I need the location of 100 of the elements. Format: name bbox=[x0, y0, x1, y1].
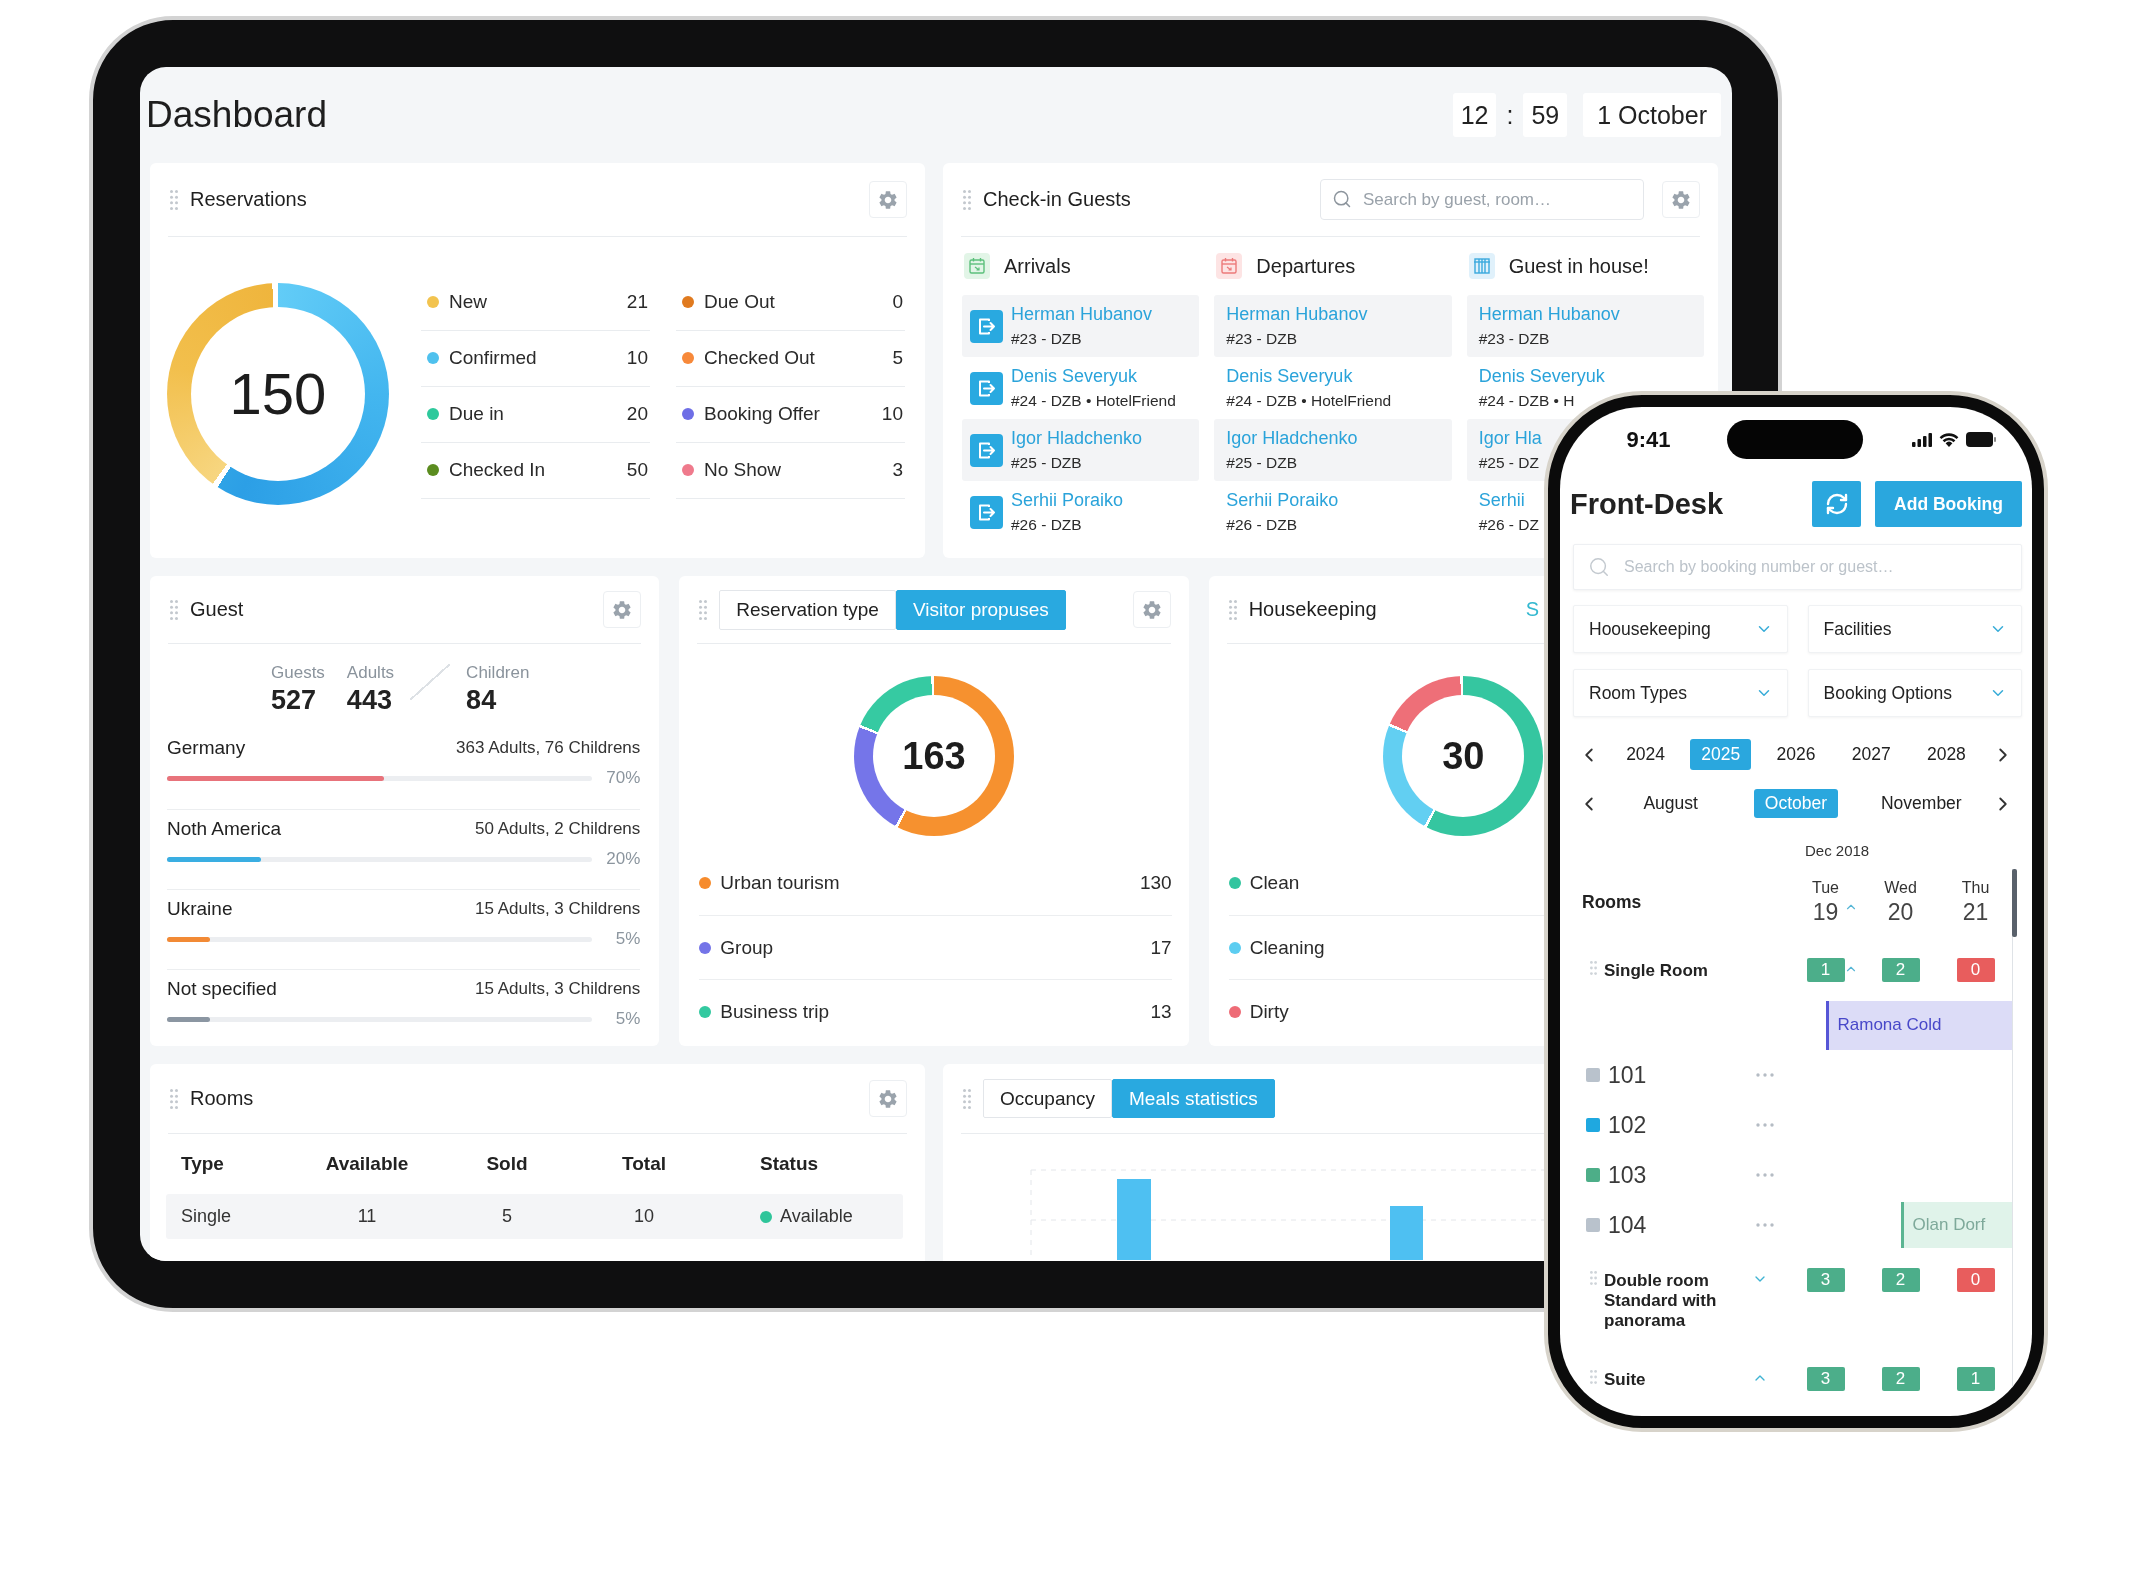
donut-total: 30 bbox=[1442, 737, 1485, 775]
refresh-button[interactable] bbox=[1812, 481, 1861, 527]
filter-dropdown[interactable]: Hoousekeeping bbox=[1573, 605, 1788, 653]
drag-handle-icon[interactable] bbox=[699, 599, 708, 620]
availability-badge: 2 bbox=[1881, 1268, 1920, 1292]
card-title: Guest bbox=[190, 598, 244, 621]
signal-icon bbox=[1912, 432, 1932, 447]
time-separator: : bbox=[1506, 100, 1514, 130]
drag-handle-icon[interactable] bbox=[963, 189, 971, 210]
settings-button[interactable] bbox=[1662, 181, 1700, 218]
guest-name-link[interactable]: Igor Hladchenko bbox=[1011, 426, 1143, 449]
settings-button[interactable] bbox=[603, 591, 642, 628]
stat-value: 84 bbox=[466, 684, 498, 716]
column-title: Guest in house! bbox=[1508, 254, 1649, 278]
guest-name-link[interactable]: Denis Severyuk bbox=[1478, 364, 1605, 387]
month-tab[interactable]: October bbox=[1753, 789, 1839, 818]
card-title: Check-in Guests bbox=[983, 188, 1131, 211]
room-type-name: Single Room bbox=[1604, 961, 1708, 981]
drag-handle-icon[interactable] bbox=[1590, 1370, 1597, 1384]
guest-name-link[interactable]: Serhii Poraiko bbox=[1011, 488, 1124, 511]
year-tab[interactable]: 2028 bbox=[1915, 739, 1977, 770]
battery-icon bbox=[1966, 432, 1996, 447]
country-details: 15 Adults, 3 Childrens bbox=[474, 899, 641, 919]
guest-name-link[interactable]: Herman Hubanov bbox=[1011, 302, 1153, 325]
drag-handle-icon[interactable] bbox=[1228, 599, 1237, 620]
scrollbar-thumb[interactable] bbox=[2012, 869, 2017, 937]
day-number: 19 bbox=[1812, 898, 1839, 926]
percent-value: 70% bbox=[605, 768, 641, 788]
legend-count: 130 bbox=[1139, 872, 1172, 894]
weekday-label: Wed bbox=[1884, 878, 1917, 898]
refresh-icon bbox=[1824, 492, 1849, 516]
status-label: Booking Offer bbox=[704, 403, 820, 425]
settings-button[interactable] bbox=[869, 181, 907, 218]
drag-handle-icon[interactable] bbox=[963, 1088, 971, 1109]
availability-badge: 1 bbox=[1956, 1367, 1995, 1391]
guest-name-link[interactable]: Serhii bbox=[1478, 488, 1539, 511]
search-field[interactable]: Search by booking number or guest… bbox=[1573, 544, 2022, 590]
building-icon bbox=[1468, 253, 1495, 279]
country-name: Noth America bbox=[167, 818, 282, 840]
search-field[interactable]: Search by guest, room… bbox=[1320, 179, 1644, 220]
more-icon[interactable] bbox=[1756, 1123, 1774, 1127]
status-count: 20 bbox=[626, 403, 648, 425]
column-header: Type bbox=[180, 1153, 225, 1175]
tab[interactable]: Visitor propuses bbox=[895, 589, 1066, 630]
status-text: Available bbox=[780, 1206, 853, 1227]
country-name: Ukraine bbox=[167, 898, 233, 920]
drag-handle-icon[interactable] bbox=[1590, 961, 1597, 975]
tab[interactable]: Occupancy bbox=[983, 1079, 1113, 1118]
room-type-name: Double room Standard with panorama bbox=[1604, 1271, 1718, 1331]
status-label: Checked In bbox=[449, 459, 546, 481]
month-tab[interactable]: November bbox=[1869, 789, 1973, 818]
filter-dropdown[interactable]: Booking Options bbox=[1807, 669, 2022, 717]
guest-name-link[interactable]: Denis Severyuk bbox=[1226, 364, 1392, 387]
tab[interactable]: Reservation type bbox=[719, 589, 896, 630]
year-tab[interactable]: 2025 bbox=[1690, 739, 1752, 770]
add-booking-button[interactable]: Add Booking bbox=[1875, 481, 2022, 527]
day-number: 21 bbox=[1962, 898, 1989, 926]
guest-name-link[interactable]: Herman Hubanov bbox=[1478, 302, 1620, 325]
guest-name-link[interactable]: Denis Severyuk bbox=[1011, 364, 1176, 387]
month-tab[interactable]: August bbox=[1632, 789, 1709, 818]
status-count: 10 bbox=[626, 347, 648, 369]
room-number: 103 bbox=[1608, 1161, 1647, 1189]
guest-name-link[interactable]: Igor Hladchenko bbox=[1226, 426, 1358, 449]
guest-details: #26 - DZB bbox=[1011, 514, 1083, 535]
settings-button[interactable] bbox=[1132, 591, 1171, 628]
more-icon[interactable] bbox=[1756, 1073, 1774, 1077]
filter-dropdown[interactable]: Room Types bbox=[1573, 669, 1788, 717]
tab[interactable]: Meals statistics bbox=[1112, 1079, 1275, 1118]
year-tab[interactable]: 2024 bbox=[1615, 739, 1677, 770]
guest-name-link[interactable]: Serhii Poraiko bbox=[1226, 488, 1339, 511]
guest-details: #25 - DZB bbox=[1011, 452, 1083, 473]
guest-name-link[interactable]: Herman Hubanov bbox=[1226, 302, 1368, 325]
column-header: Available bbox=[325, 1153, 409, 1175]
booking-entry[interactable]: Olan Dorf bbox=[1900, 1202, 2013, 1248]
drag-handle-icon[interactable] bbox=[170, 599, 178, 620]
availability-badge: 2 bbox=[1881, 1367, 1920, 1391]
status-time: 9:41 bbox=[1626, 426, 1671, 453]
room-type-name: Suite bbox=[1604, 1370, 1646, 1390]
percent-value: 5% bbox=[614, 929, 641, 949]
more-icon[interactable] bbox=[1756, 1173, 1774, 1177]
availability-badge: 3 bbox=[1806, 1268, 1845, 1292]
year-tab[interactable]: 2026 bbox=[1765, 739, 1827, 770]
header-link[interactable]: S bbox=[1525, 598, 1539, 621]
drag-handle-icon[interactable] bbox=[170, 1088, 178, 1109]
more-icon[interactable] bbox=[1756, 1223, 1774, 1227]
card-title: Reservations bbox=[190, 188, 307, 211]
country-details: 50 Adults, 2 Childrens bbox=[474, 819, 641, 839]
guest-details: #26 - DZB bbox=[1226, 514, 1298, 535]
filter-dropdown[interactable]: Facilities bbox=[1807, 605, 2022, 653]
settings-button[interactable] bbox=[869, 1080, 907, 1117]
guest-name-link[interactable]: Igor Hla bbox=[1478, 426, 1542, 449]
status-count: 3 bbox=[892, 459, 903, 481]
drag-handle-icon[interactable] bbox=[170, 189, 178, 210]
table-cell: 5 bbox=[502, 1206, 512, 1227]
legend-label: Clean bbox=[1249, 872, 1300, 894]
booking-entry[interactable]: Ramona Cold bbox=[1825, 1000, 2013, 1050]
year-tab[interactable]: 2027 bbox=[1840, 739, 1902, 770]
status-count: 5 bbox=[892, 347, 903, 369]
drag-handle-icon[interactable] bbox=[1590, 1271, 1597, 1285]
search-icon bbox=[1588, 556, 1610, 578]
